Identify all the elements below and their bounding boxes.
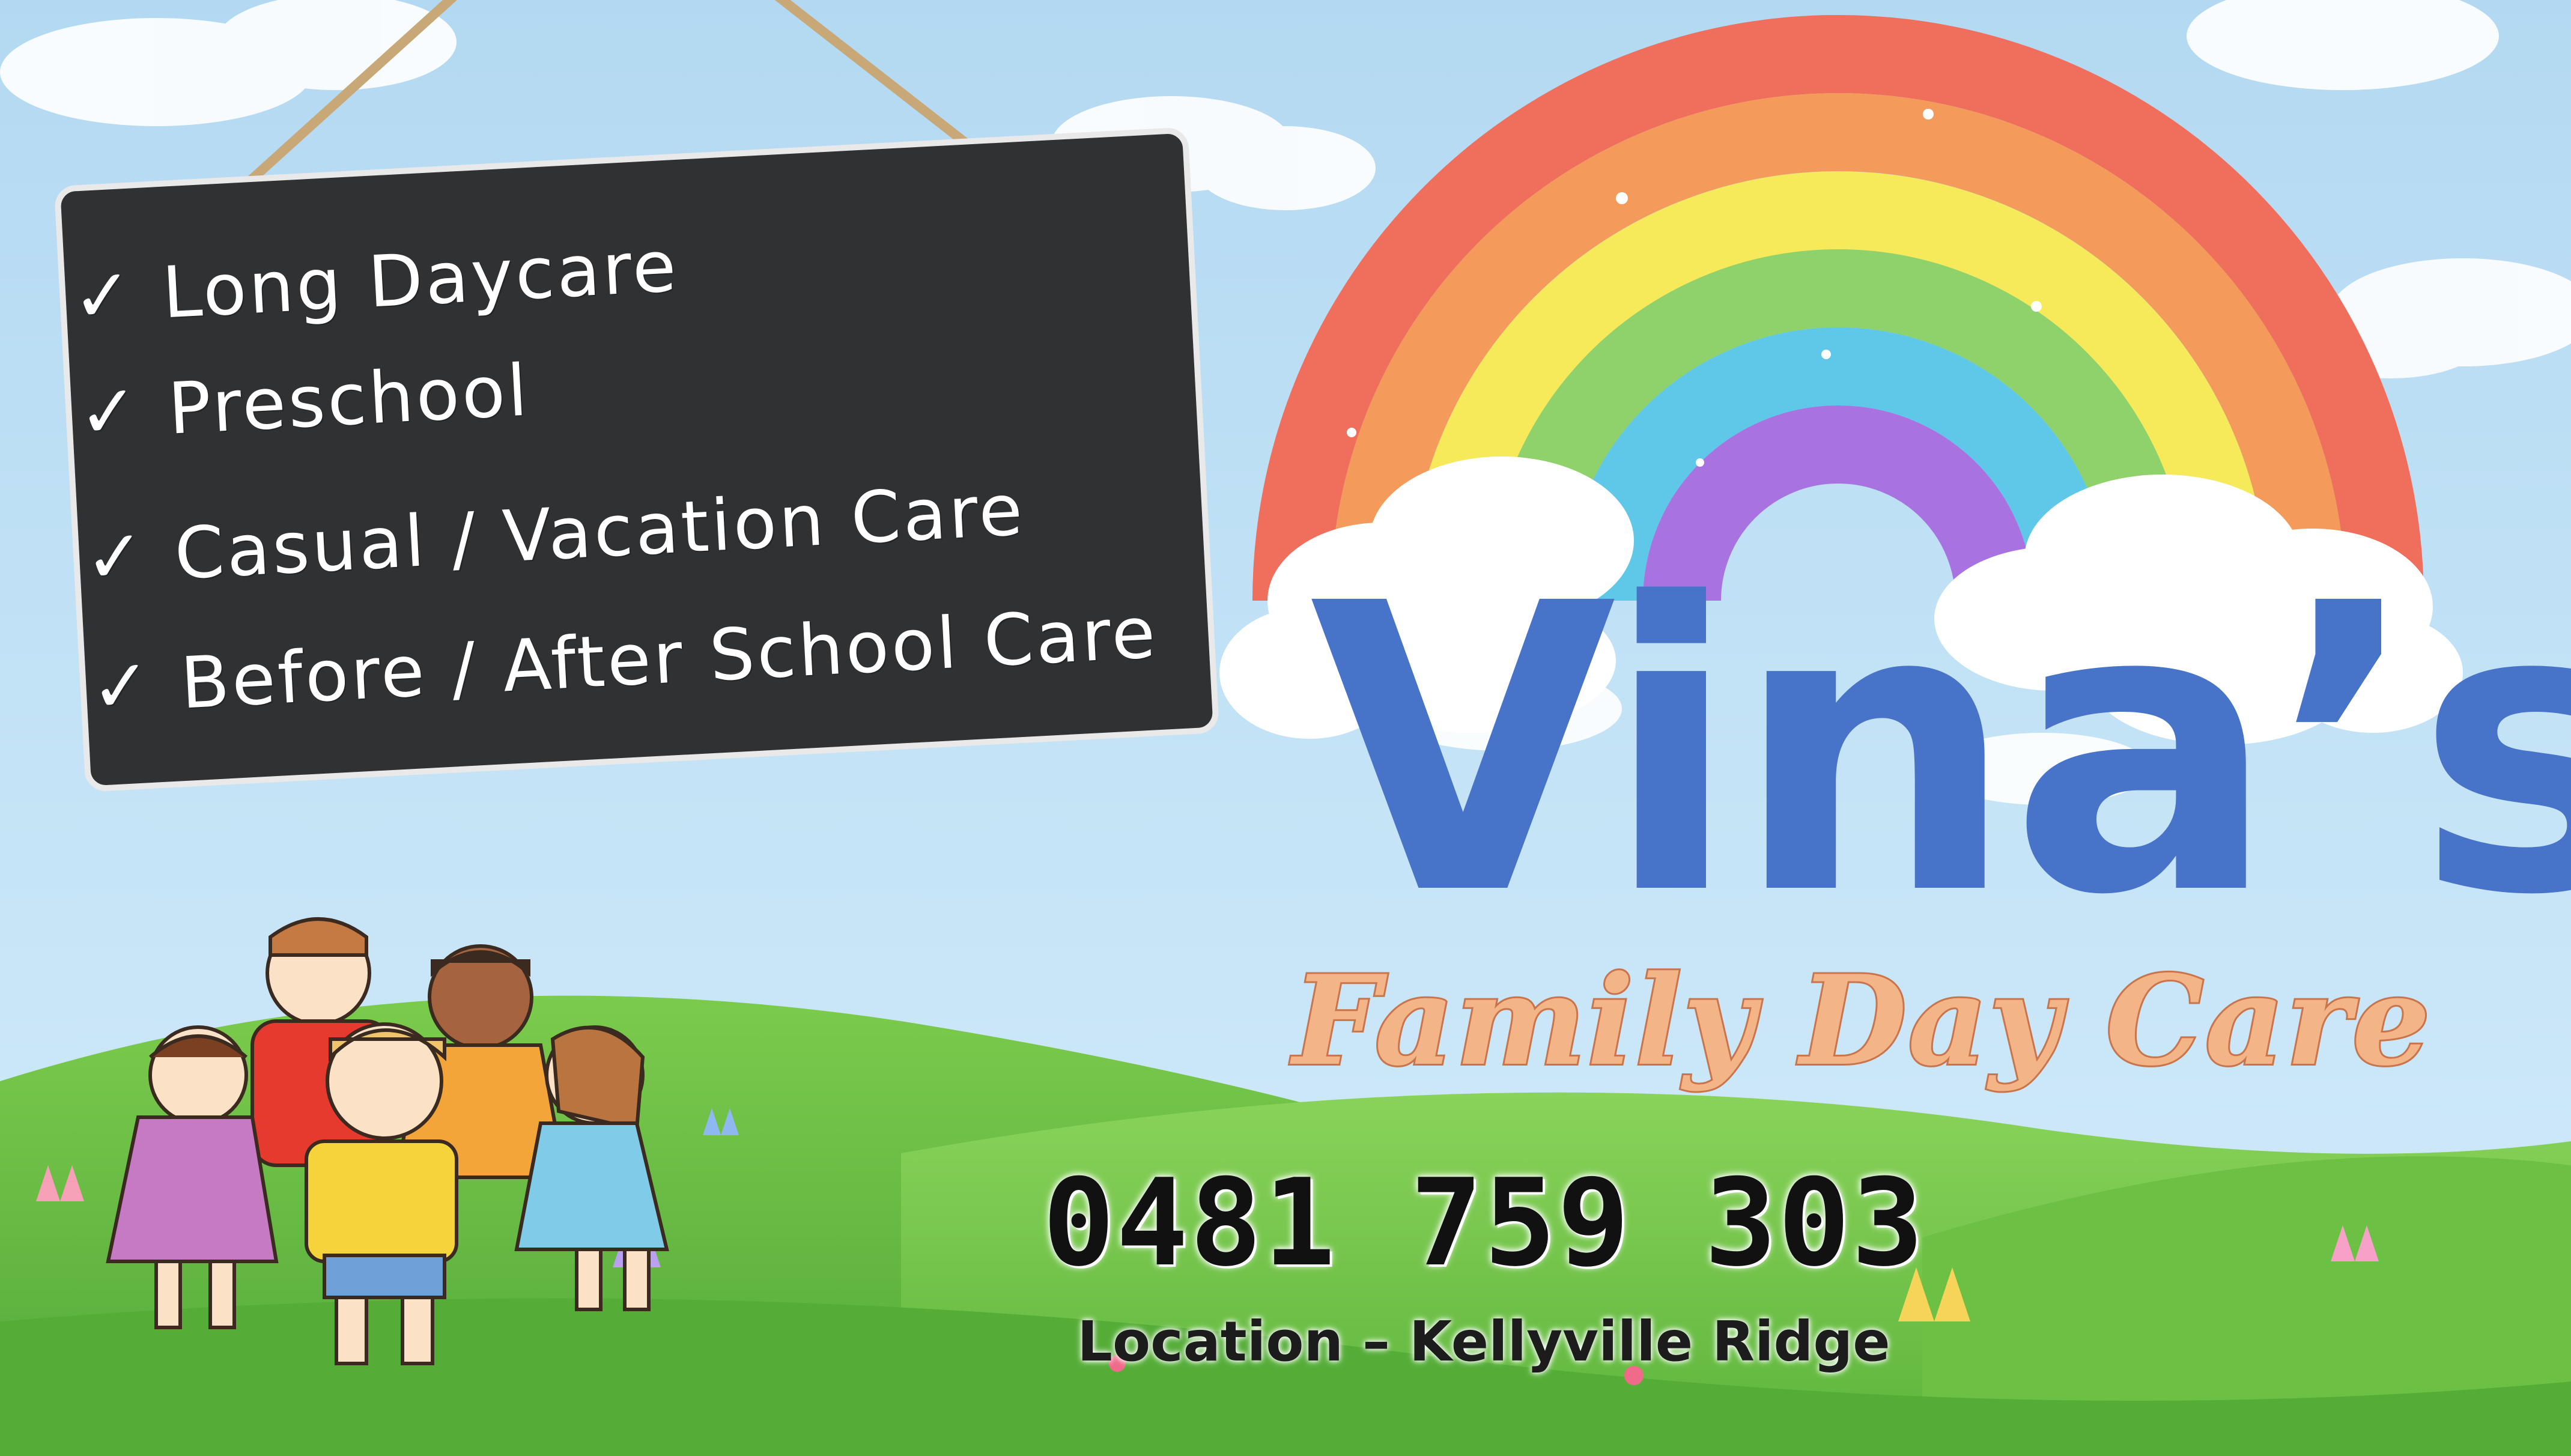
checkmark-icon: ✓ xyxy=(82,514,150,601)
checkmark-icon: ✓ xyxy=(76,369,144,456)
location-text: Location – Kellyville Ridge xyxy=(1077,1309,1890,1374)
checkmark-icon: ✓ xyxy=(70,253,138,340)
checkmark-icon: ✓ xyxy=(88,643,156,730)
phone-number[interactable]: 0481 759 303 xyxy=(1033,1153,1934,1293)
brand-name: Vina’s xyxy=(1310,520,2571,981)
brand-tagline: Family Day Care xyxy=(1291,947,2432,1095)
